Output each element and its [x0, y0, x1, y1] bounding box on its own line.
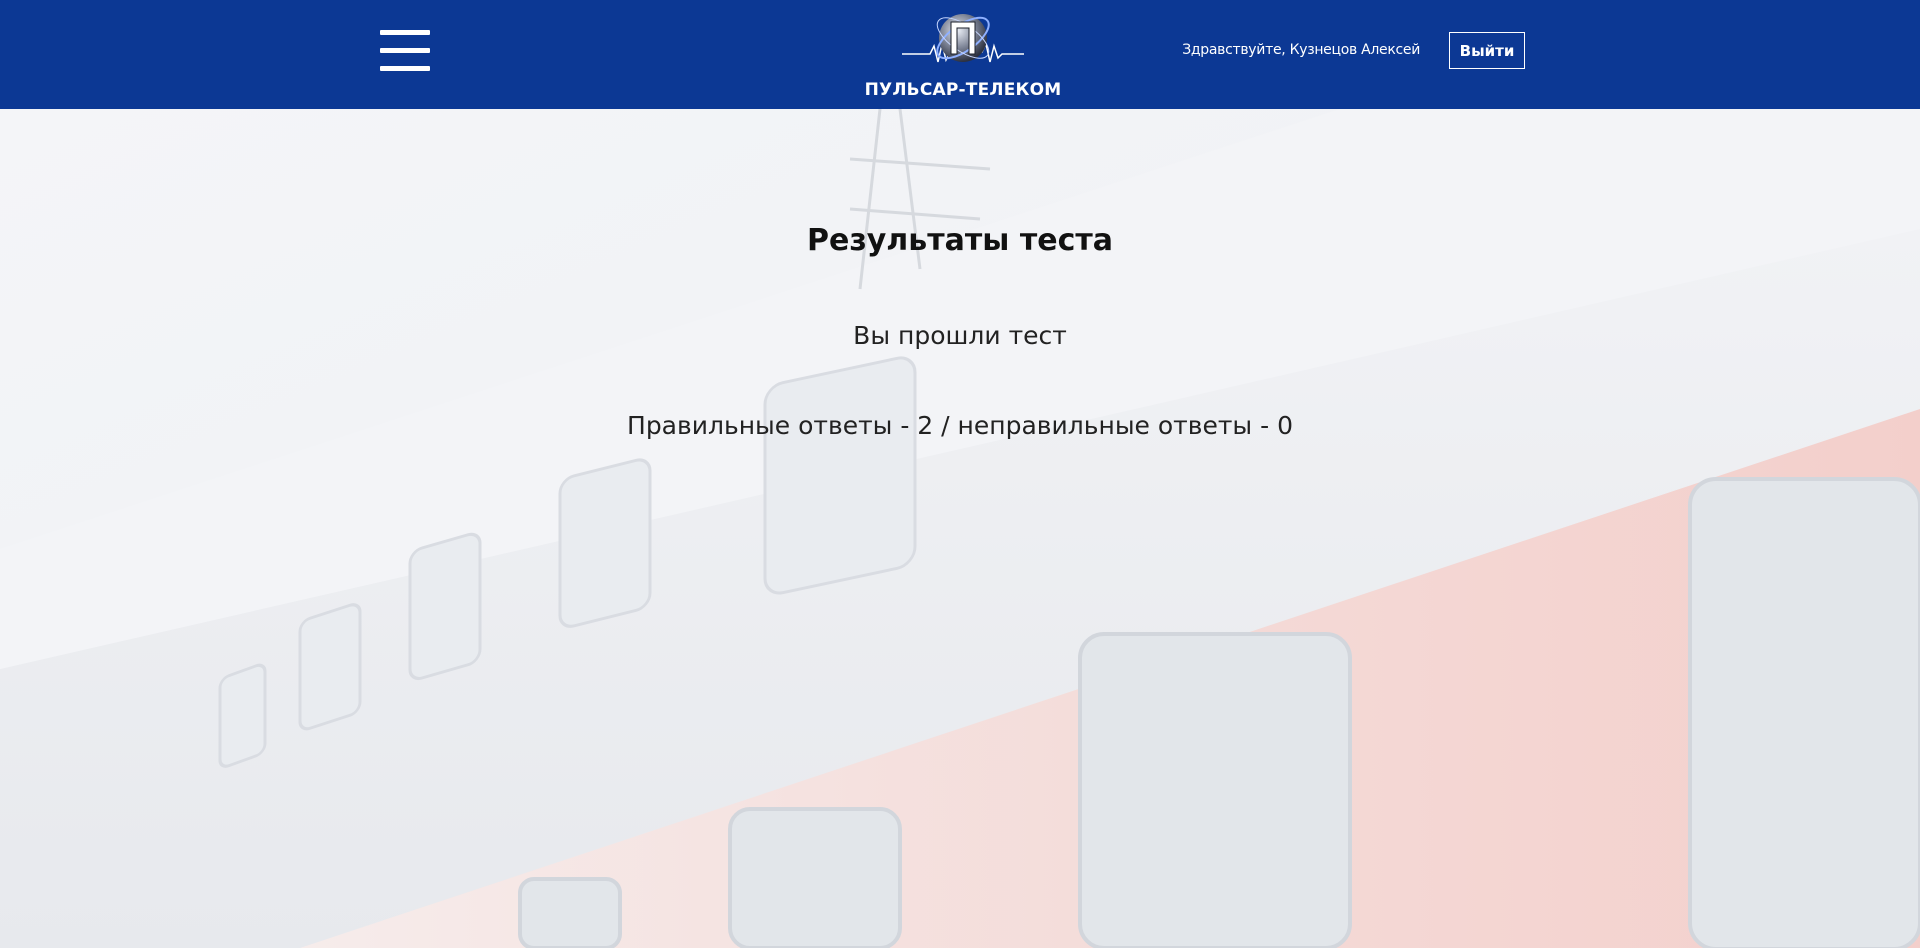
- menu-bar-bottom: [380, 66, 430, 71]
- brand-name: ПУЛЬСАР-ТЕЛЕКОМ: [864, 80, 1062, 100]
- user-greeting: Здравствуйте, Кузнецов Алексей: [1182, 42, 1420, 58]
- menu-bar-middle: [380, 48, 430, 53]
- answers-summary: Правильные ответы - 2 / неправильные отв…: [627, 411, 1293, 440]
- brand-logo[interactable]: ПУЛЬСАР-ТЕЛЕКОМ: [858, 4, 1068, 106]
- logo-emblem-icon: [902, 14, 1024, 63]
- hamburger-menu-icon[interactable]: [380, 30, 430, 72]
- test-status-text: Вы прошли тест: [853, 321, 1067, 350]
- site-header: ПУЛЬСАР-ТЕЛЕКОМ Здравствуйте, Кузнецов А…: [0, 0, 1920, 109]
- page-title: Результаты теста: [806, 223, 1113, 258]
- logout-button[interactable]: Выйти: [1449, 32, 1525, 69]
- menu-bar-top: [380, 30, 430, 35]
